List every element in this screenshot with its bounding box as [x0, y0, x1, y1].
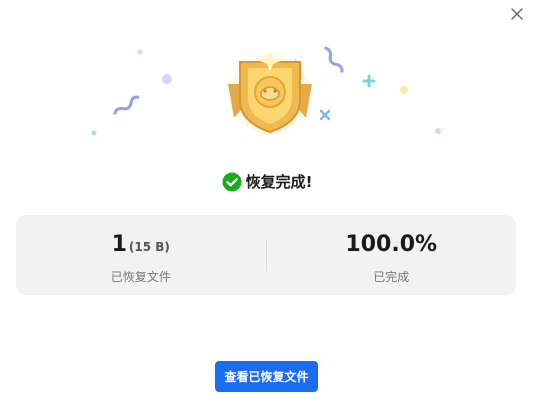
- recovered-files-label: 已恢复文件: [110, 270, 171, 284]
- recovered-files-stat: 1 (15 B) 已恢复文件: [16, 215, 266, 295]
- status-text: 恢复完成!: [245, 173, 313, 191]
- check-circle-icon: [222, 172, 242, 192]
- progress-label: 已完成: [373, 270, 410, 284]
- close-button[interactable]: [506, 3, 528, 25]
- recovered-files-size: (15 B): [128, 240, 170, 254]
- recovery-status: 恢复完成!: [0, 171, 534, 192]
- recovered-files-count: 1: [111, 232, 127, 257]
- progress-stat: 100.0% 已完成: [267, 215, 517, 295]
- close-icon: [511, 8, 523, 20]
- progress-value: 100.0%: [345, 232, 438, 257]
- stats-panel: 1 (15 B) 已恢复文件 100.0% 已完成: [16, 215, 516, 295]
- view-recovered-files-button[interactable]: 查看已恢复文件: [215, 361, 318, 392]
- success-illustration: [80, 36, 460, 146]
